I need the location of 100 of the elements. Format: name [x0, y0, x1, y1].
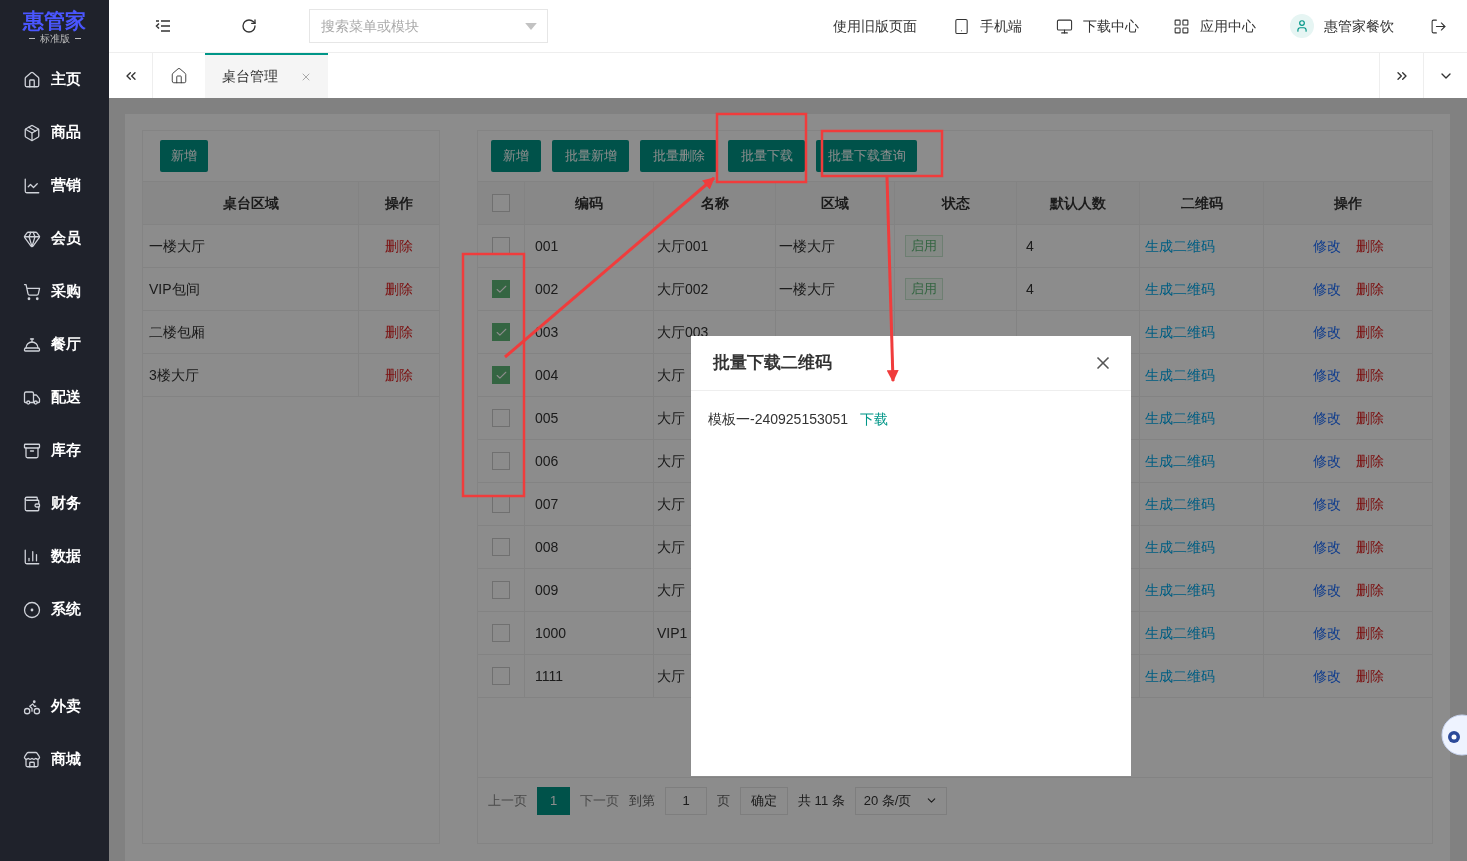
monitor-icon [1056, 17, 1073, 35]
checkbox[interactable] [492, 624, 510, 642]
page-size-select[interactable]: 20 条/页 [854, 786, 947, 815]
download-link[interactable]: 下载 [860, 409, 889, 430]
checkbox[interactable] [492, 409, 510, 427]
sidebar-item[interactable]: 商品 [0, 106, 109, 159]
generate-qr-link[interactable]: 生成二维码 [1145, 579, 1215, 601]
column-header: 状态 [894, 182, 1016, 224]
toolbar-button[interactable]: 批量新增 [552, 140, 629, 172]
delete-link[interactable]: 删除 [385, 364, 413, 386]
home-icon [23, 70, 41, 89]
confirm-button[interactable]: 确定 [740, 786, 788, 815]
sidebar-item[interactable]: 财务 [0, 477, 109, 530]
checkbox[interactable] [492, 452, 510, 470]
sidebar-item[interactable]: 配送 [0, 371, 109, 424]
truck-icon [23, 388, 41, 407]
edit-link[interactable]: 修改 [1312, 579, 1341, 601]
checkbox[interactable] [492, 667, 510, 685]
sidebar-item[interactable]: 会员 [0, 212, 109, 265]
delete-link[interactable]: 删除 [1355, 665, 1384, 687]
sidebar-item[interactable]: 商城 [0, 733, 109, 786]
edit-link[interactable]: 修改 [1312, 364, 1341, 386]
delete-link[interactable]: 删除 [1355, 278, 1384, 300]
delete-link[interactable]: 删除 [1355, 235, 1384, 257]
column-header: 操作 [1263, 182, 1432, 224]
edit-link[interactable]: 修改 [1312, 278, 1341, 300]
edit-link[interactable]: 修改 [1312, 450, 1341, 472]
table-cell-text: 一楼大厅 [779, 279, 835, 299]
generate-qr-link[interactable]: 生成二维码 [1145, 235, 1215, 257]
sidebar-item[interactable]: 外卖 [0, 680, 109, 733]
header-link[interactable]: 下载中心 [1056, 15, 1139, 37]
delete-link[interactable]: 删除 [1355, 622, 1384, 644]
tab[interactable]: 桌台管理 [205, 53, 328, 98]
checkbox[interactable] [492, 323, 510, 341]
header-link[interactable]: 手机端 [953, 15, 1022, 37]
edit-link[interactable]: 修改 [1312, 536, 1341, 558]
edit-link[interactable]: 修改 [1312, 235, 1341, 257]
checkbox[interactable] [492, 538, 510, 556]
toolbar-button[interactable]: 批量删除 [640, 140, 717, 172]
delete-link[interactable]: 删除 [385, 278, 413, 300]
generate-qr-link[interactable]: 生成二维码 [1145, 278, 1215, 300]
menu-fold-icon[interactable] [155, 18, 171, 34]
generate-qr-link[interactable]: 生成二维码 [1145, 321, 1215, 343]
page-input[interactable]: 1 [665, 786, 707, 815]
delete-link[interactable]: 删除 [1355, 321, 1384, 343]
delete-link[interactable]: 删除 [1355, 450, 1384, 472]
delete-link[interactable]: 删除 [385, 321, 413, 343]
delete-link[interactable]: 删除 [1355, 493, 1384, 515]
old-version-link[interactable]: 使用旧版页面 [833, 15, 917, 37]
edit-link[interactable]: 修改 [1312, 493, 1341, 515]
delete-link[interactable]: 删除 [385, 235, 413, 257]
grid-icon [1173, 17, 1190, 35]
generate-qr-link[interactable]: 生成二维码 [1145, 665, 1215, 687]
edit-link[interactable]: 修改 [1312, 622, 1341, 644]
generate-qr-link[interactable]: 生成二维码 [1145, 536, 1215, 558]
table-cell-text: 大厅 [657, 666, 685, 686]
checkbox[interactable] [492, 280, 510, 298]
delete-link[interactable]: 删除 [1355, 407, 1384, 429]
refresh-icon[interactable] [241, 18, 257, 34]
search-field[interactable]: 搜索菜单或模块 [309, 9, 548, 43]
checkbox[interactable] [492, 581, 510, 599]
toolbar-button[interactable]: 新增 [491, 140, 541, 172]
chart-icon [23, 176, 41, 195]
bicycle-icon [23, 697, 41, 716]
generate-qr-link[interactable]: 生成二维码 [1145, 622, 1215, 644]
sidebar-item[interactable]: 主页 [0, 53, 109, 106]
sidebar-item[interactable]: 库存 [0, 424, 109, 477]
sidebar-item[interactable]: 采购 [0, 265, 109, 318]
total-count: 共 11 条 [798, 791, 845, 810]
column-header: 默认人数 [1016, 182, 1139, 224]
checkbox[interactable] [492, 366, 510, 384]
toolbar-button[interactable]: 批量下载查询 [816, 140, 917, 172]
checkbox[interactable] [492, 194, 510, 212]
edit-link[interactable]: 修改 [1312, 665, 1341, 687]
add-button[interactable]: 新增 [160, 140, 208, 172]
header-link[interactable]: 应用中心 [1173, 15, 1256, 37]
table-cell-text: VIP1 [657, 623, 688, 643]
edit-link[interactable]: 修改 [1312, 407, 1341, 429]
toolbar-button[interactable]: 批量下载 [728, 140, 805, 172]
generate-qr-link[interactable]: 生成二维码 [1145, 450, 1215, 472]
sidebar-item[interactable]: 数据 [0, 530, 109, 583]
delete-link[interactable]: 删除 [1355, 536, 1384, 558]
page-button[interactable]: 1 [537, 786, 570, 815]
logout-icon[interactable] [1430, 17, 1447, 35]
generate-qr-link[interactable]: 生成二维码 [1145, 364, 1215, 386]
status-badge: 启用 [905, 278, 943, 300]
sidebar-item[interactable]: 餐厅 [0, 318, 109, 371]
edit-link[interactable]: 修改 [1312, 321, 1341, 343]
table-cell-text: 001 [535, 236, 559, 256]
generate-qr-link[interactable]: 生成二维码 [1145, 493, 1215, 515]
sidebar-item[interactable]: 营销 [0, 159, 109, 212]
user-name[interactable]: 惠管家餐饮 [1324, 15, 1394, 37]
table-cell-text: 大厅 [657, 451, 685, 471]
user-avatar[interactable] [1290, 14, 1314, 38]
delete-link[interactable]: 删除 [1355, 579, 1384, 601]
sidebar-item[interactable]: 系统 [0, 583, 109, 636]
delete-link[interactable]: 删除 [1355, 364, 1384, 386]
table-cell-text: 1111 [535, 666, 564, 686]
table-cell-text: 4 [1026, 236, 1034, 256]
generate-qr-link[interactable]: 生成二维码 [1145, 407, 1215, 429]
